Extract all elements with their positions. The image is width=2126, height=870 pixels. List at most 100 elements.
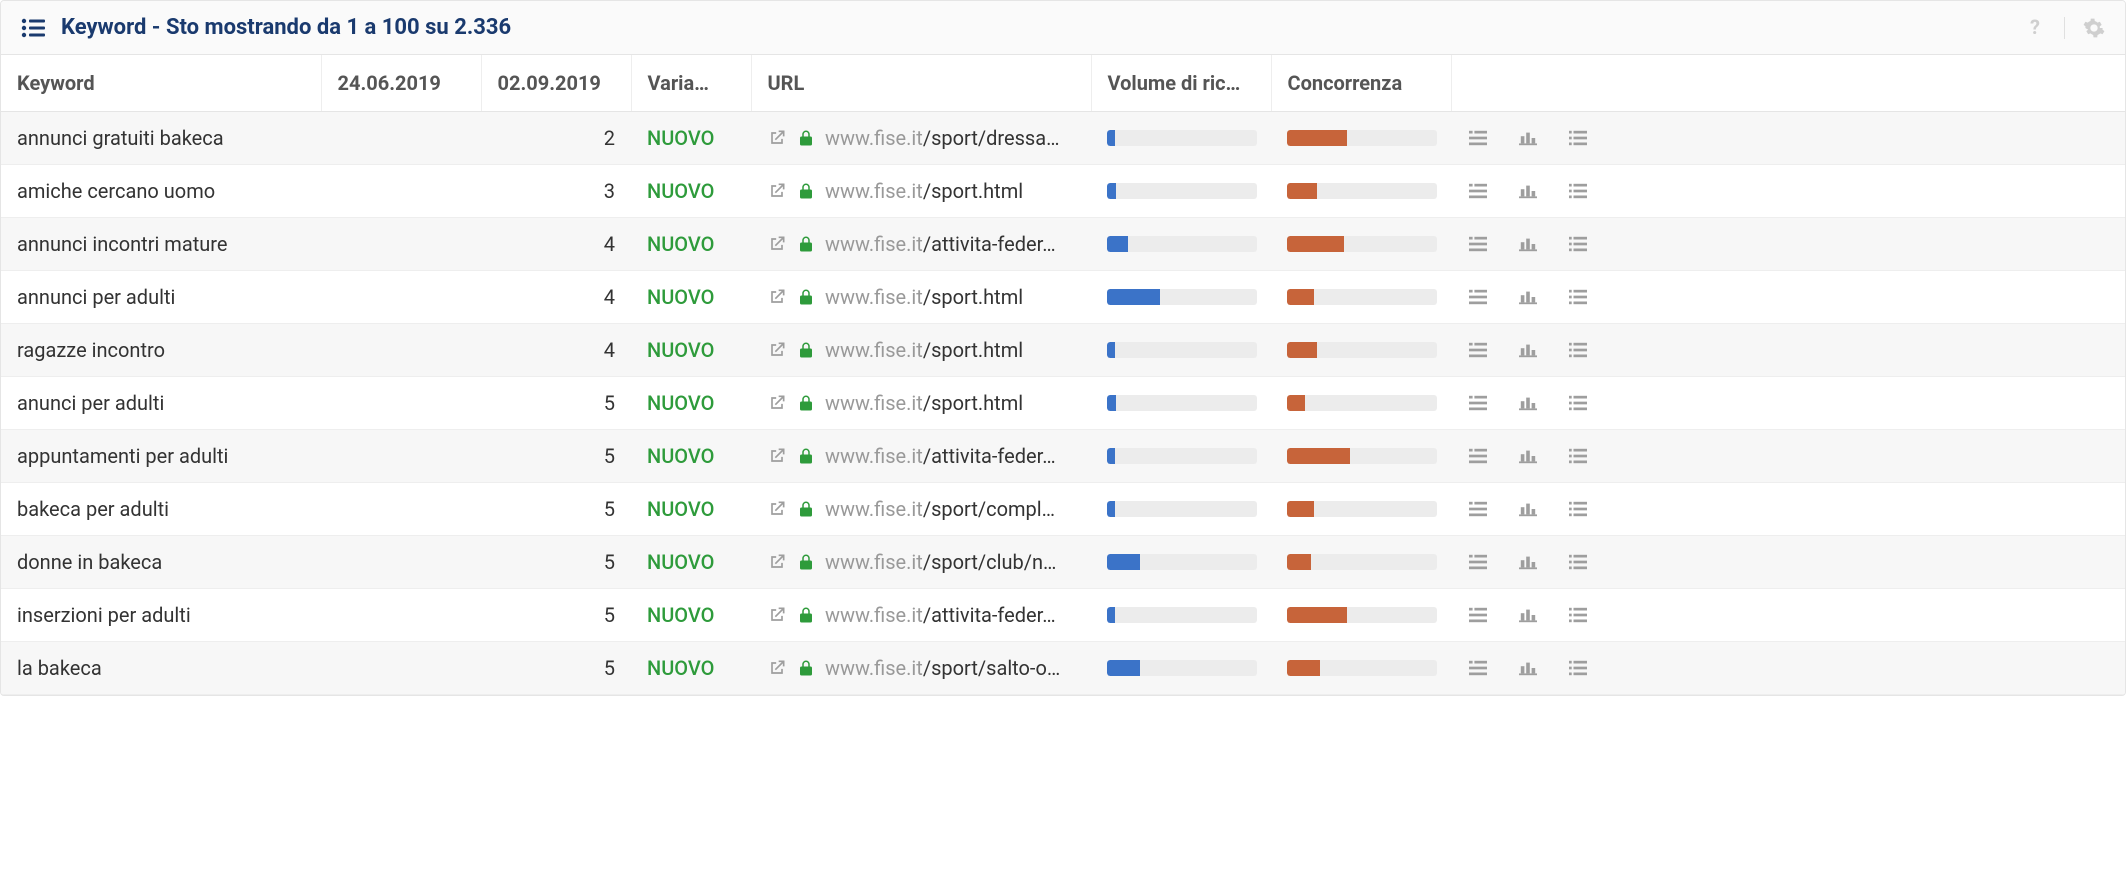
row-list-icon[interactable] [1567, 394, 1589, 412]
row-detail-icon[interactable] [1467, 447, 1489, 465]
cell-keyword[interactable]: appuntamenti per adulti [1, 430, 321, 483]
row-list-icon[interactable] [1567, 288, 1589, 306]
col-url[interactable]: URL [751, 55, 1091, 112]
url-link[interactable]: www.fise.it/sport.html [825, 391, 1023, 415]
row-chart-icon[interactable] [1517, 341, 1539, 359]
table-row: annunci per adulti4NUOVOwww.fise.it/spor… [1, 271, 2125, 324]
cell-volume [1091, 430, 1271, 483]
cell-keyword[interactable]: annunci gratuiti bakeca [1, 112, 321, 165]
row-detail-icon[interactable] [1467, 659, 1489, 677]
col-date2[interactable]: 02.09.2019 [481, 55, 631, 112]
cell-actions [1451, 536, 2125, 589]
external-link-icon[interactable] [767, 552, 787, 572]
cell-keyword[interactable]: inserzioni per adulti [1, 589, 321, 642]
external-link-icon[interactable] [767, 499, 787, 519]
cell-keyword[interactable]: anunci per adulti [1, 377, 321, 430]
col-varia[interactable]: Varia… [631, 55, 751, 112]
cell-date1 [321, 377, 481, 430]
row-chart-icon[interactable] [1517, 500, 1539, 518]
row-list-icon[interactable] [1567, 553, 1589, 571]
url-link[interactable]: www.fise.it/sport/compl… [825, 497, 1055, 521]
row-detail-icon[interactable] [1467, 129, 1489, 147]
help-icon[interactable]: ? [2024, 17, 2046, 39]
table-row: anunci per adulti5NUOVOwww.fise.it/sport… [1, 377, 2125, 430]
external-link-icon[interactable] [767, 128, 787, 148]
row-list-icon[interactable] [1567, 447, 1589, 465]
row-chart-icon[interactable] [1517, 288, 1539, 306]
url-link[interactable]: www.fise.it/sport.html [825, 338, 1023, 362]
row-list-icon[interactable] [1567, 182, 1589, 200]
cell-date2: 5 [481, 642, 631, 695]
url-link[interactable]: www.fise.it/sport.html [825, 179, 1023, 203]
cell-date2: 5 [481, 377, 631, 430]
external-link-icon[interactable] [767, 340, 787, 360]
url-link[interactable]: www.fise.it/sport/salto-o… [825, 656, 1060, 680]
external-link-icon[interactable] [767, 393, 787, 413]
row-detail-icon[interactable] [1467, 235, 1489, 253]
row-chart-icon[interactable] [1517, 447, 1539, 465]
url-link[interactable]: www.fise.it/sport/dressa… [825, 126, 1060, 150]
external-link-icon[interactable] [767, 234, 787, 254]
lock-icon [797, 340, 815, 360]
url-link[interactable]: www.fise.it/sport/club/n… [825, 550, 1056, 574]
cell-keyword[interactable]: donne in bakeca [1, 536, 321, 589]
row-detail-icon[interactable] [1467, 288, 1489, 306]
cell-actions [1451, 112, 2125, 165]
row-chart-icon[interactable] [1517, 235, 1539, 253]
col-date1[interactable]: 24.06.2019 [321, 55, 481, 112]
cell-keyword[interactable]: la bakeca [1, 642, 321, 695]
cell-date1 [321, 112, 481, 165]
cell-competition [1271, 271, 1451, 324]
external-link-icon[interactable] [767, 658, 787, 678]
competition-bar [1287, 395, 1437, 411]
cell-keyword[interactable]: annunci incontri mature [1, 218, 321, 271]
row-detail-icon[interactable] [1467, 341, 1489, 359]
cell-variation: NUOVO [631, 483, 751, 536]
cell-keyword[interactable]: bakeca per adulti [1, 483, 321, 536]
cell-variation: NUOVO [631, 112, 751, 165]
row-list-icon[interactable] [1567, 235, 1589, 253]
row-chart-icon[interactable] [1517, 606, 1539, 624]
cell-variation: NUOVO [631, 430, 751, 483]
cell-competition [1271, 165, 1451, 218]
row-detail-icon[interactable] [1467, 394, 1489, 412]
row-list-icon[interactable] [1567, 500, 1589, 518]
external-link-icon[interactable] [767, 287, 787, 307]
list-toggle-icon[interactable] [21, 18, 45, 38]
external-link-icon[interactable] [767, 181, 787, 201]
volume-bar [1107, 395, 1257, 411]
row-detail-icon[interactable] [1467, 553, 1489, 571]
cell-date2: 4 [481, 271, 631, 324]
competition-bar [1287, 448, 1437, 464]
row-detail-icon[interactable] [1467, 606, 1489, 624]
row-list-icon[interactable] [1567, 606, 1589, 624]
row-list-icon[interactable] [1567, 129, 1589, 147]
cell-competition [1271, 112, 1451, 165]
row-detail-icon[interactable] [1467, 182, 1489, 200]
row-chart-icon[interactable] [1517, 659, 1539, 677]
cell-keyword[interactable]: amiche cercano uomo [1, 165, 321, 218]
row-detail-icon[interactable] [1467, 500, 1489, 518]
row-list-icon[interactable] [1567, 341, 1589, 359]
col-keyword[interactable]: Keyword [1, 55, 321, 112]
row-chart-icon[interactable] [1517, 129, 1539, 147]
gear-icon[interactable] [2083, 17, 2105, 39]
cell-url: www.fise.it/sport/compl… [751, 483, 1091, 536]
external-link-icon[interactable] [767, 605, 787, 625]
url-link[interactable]: www.fise.it/attivita-feder… [825, 603, 1056, 627]
url-link[interactable]: www.fise.it/attivita-feder… [825, 444, 1056, 468]
col-conc[interactable]: Concorrenza [1271, 55, 1451, 112]
url-link[interactable]: www.fise.it/attivita-feder… [825, 232, 1056, 256]
row-chart-icon[interactable] [1517, 394, 1539, 412]
volume-bar [1107, 183, 1257, 199]
row-list-icon[interactable] [1567, 659, 1589, 677]
row-chart-icon[interactable] [1517, 553, 1539, 571]
row-chart-icon[interactable] [1517, 182, 1539, 200]
cell-keyword[interactable]: ragazze incontro [1, 324, 321, 377]
url-link[interactable]: www.fise.it/sport.html [825, 285, 1023, 309]
cell-date2: 3 [481, 165, 631, 218]
external-link-icon[interactable] [767, 446, 787, 466]
competition-bar [1287, 289, 1437, 305]
col-vol[interactable]: Volume di ric… [1091, 55, 1271, 112]
cell-keyword[interactable]: annunci per adulti [1, 271, 321, 324]
